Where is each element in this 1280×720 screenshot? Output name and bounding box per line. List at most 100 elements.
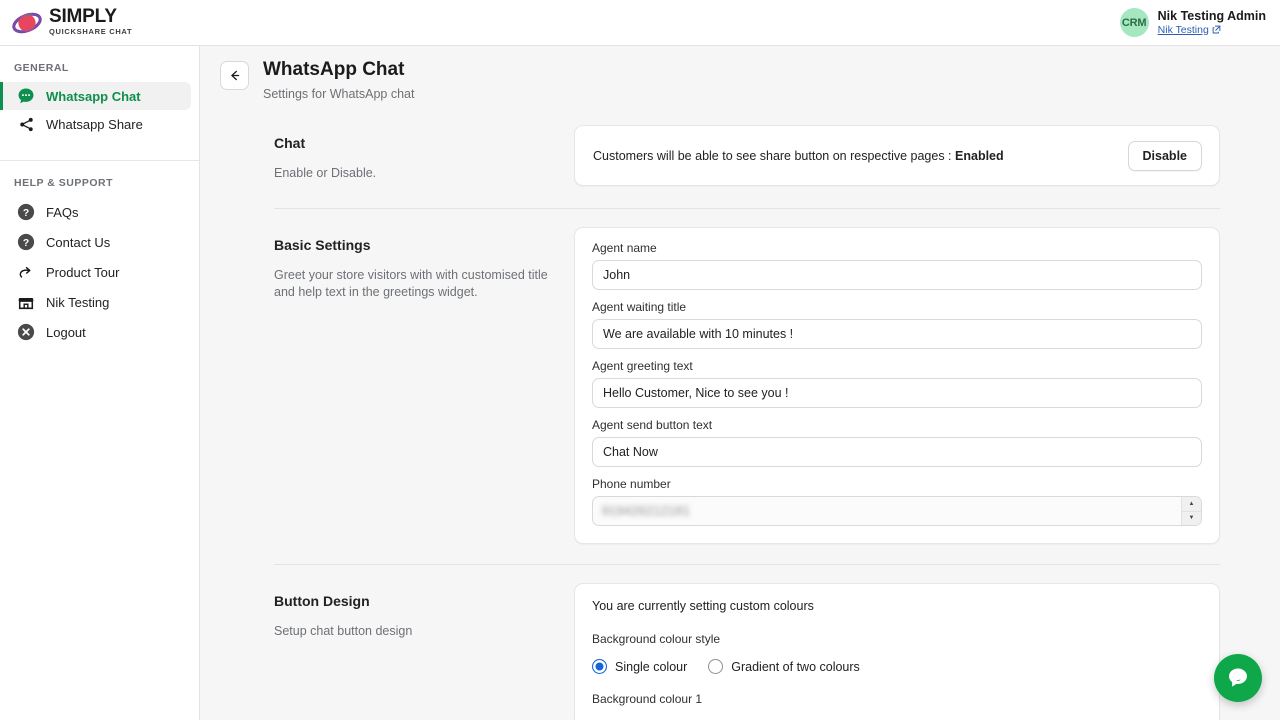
stepper-down-icon[interactable]: ▼ [1182, 512, 1201, 526]
background-colour-style-label: Background colour style [592, 632, 1202, 646]
svg-text:?: ? [23, 208, 29, 219]
brand-subtitle: QUICKSHARE CHAT [49, 27, 132, 37]
sidebar-group-help: HELP & SUPPORT [0, 177, 199, 197]
close-circle-icon [17, 323, 35, 341]
question-circle-icon: ? [17, 233, 35, 251]
field-agent-waiting-title: Agent waiting title [592, 300, 1202, 349]
chat-widget-button[interactable] [1214, 654, 1262, 702]
section-basic-settings: Basic Settings Greet your store visitors… [200, 227, 1280, 544]
field-agent-send-button-text: Agent send button text [592, 418, 1202, 467]
sidebar-item-logout[interactable]: Logout [0, 317, 191, 347]
arrow-left-icon [227, 68, 242, 83]
section-title: Basic Settings [274, 237, 548, 253]
phone-number-stepper[interactable]: ▲ ▼ [1181, 497, 1201, 525]
agent-waiting-title-input[interactable] [592, 319, 1202, 349]
section-chat-info: Chat Enable or Disable. [274, 125, 574, 182]
sidebar-item-label: Whatsapp Share [46, 117, 143, 132]
custom-colours-note: You are currently setting custom colours [592, 599, 1202, 613]
section-description: Setup chat button design [274, 623, 548, 640]
chat-bubble-icon [1225, 665, 1251, 691]
sidebar-item-product-tour[interactable]: Product Tour [0, 257, 191, 287]
agent-name-input[interactable] [592, 260, 1202, 290]
section-basic-body: Agent name Agent waiting title Agent gre… [574, 227, 1220, 544]
question-circle-icon: ? [17, 203, 35, 221]
sidebar-item-contact-us[interactable]: ? Contact Us [0, 227, 191, 257]
brand-title: SIMPLY [49, 8, 132, 26]
whatsapp-chat-icon [17, 87, 35, 105]
section-title: Button Design [274, 593, 548, 609]
redo-arrow-icon [17, 263, 35, 281]
chat-status-prefix: Customers will be able to see share butt… [593, 149, 955, 163]
field-agent-name: Agent name [592, 241, 1202, 290]
section-description: Enable or Disable. [274, 165, 548, 182]
section-chat: Chat Enable or Disable. Customers will b… [200, 125, 1280, 186]
basic-settings-card: Agent name Agent waiting title Agent gre… [574, 227, 1220, 544]
store-link[interactable]: Nik Testing [1158, 23, 1209, 37]
sidebar-item-label: Contact Us [46, 235, 110, 250]
sidebar-item-label: FAQs [46, 205, 79, 220]
sidebar-item-faqs[interactable]: ? FAQs [0, 197, 191, 227]
store-link-row[interactable]: Nik Testing [1158, 23, 1266, 37]
sidebar-item-label: Whatsapp Chat [46, 89, 141, 104]
sidebar: GENERAL Whatsapp Chat Whatsapp Share HEL… [0, 46, 200, 720]
agent-send-button-text-input[interactable] [592, 437, 1202, 467]
sidebar-item-label: Logout [46, 325, 86, 340]
brand-logo-group[interactable]: SIMPLY QUICKSHARE CHAT [12, 8, 132, 38]
page-subtitle: Settings for WhatsApp chat [263, 87, 414, 101]
section-basic-info: Basic Settings Greet your store visitors… [274, 227, 574, 301]
sidebar-item-whatsapp-chat[interactable]: Whatsapp Chat [0, 82, 191, 110]
avatar: CRM [1120, 8, 1149, 37]
section-title: Chat [274, 135, 548, 151]
page-header-text: WhatsApp Chat Settings for WhatsApp chat [263, 58, 414, 101]
field-phone-number: Phone number 919426212181 ▲ ▼ [592, 477, 1202, 526]
store-icon [17, 293, 35, 311]
radio-indicator [708, 659, 723, 674]
section-chat-body: Customers will be able to see share butt… [574, 125, 1220, 186]
agent-greeting-text-input[interactable] [592, 378, 1202, 408]
sidebar-item-whatsapp-share[interactable]: Whatsapp Share [0, 110, 191, 138]
section-description: Greet your store visitors with with cust… [274, 267, 548, 301]
radio-indicator [592, 659, 607, 674]
section-design-body: You are currently setting custom colours… [574, 583, 1220, 720]
field-label: Phone number [592, 477, 1202, 491]
user-name: Nik Testing Admin [1158, 9, 1266, 23]
page-title: WhatsApp Chat [263, 58, 414, 82]
radio-gradient-two-colours[interactable]: Gradient of two colours [708, 659, 860, 674]
share-icon [17, 115, 35, 133]
sidebar-item-label: Nik Testing [46, 295, 109, 310]
stepper-up-icon[interactable]: ▲ [1182, 497, 1201, 512]
sidebar-item-label: Product Tour [46, 265, 119, 280]
page-header: WhatsApp Chat Settings for WhatsApp chat [200, 46, 1280, 101]
section-divider [274, 564, 1220, 565]
radio-label: Single colour [615, 660, 687, 674]
top-bar: SIMPLY QUICKSHARE CHAT CRM Nik Testing A… [0, 0, 1280, 46]
sidebar-group-general: GENERAL [0, 62, 199, 82]
field-label: Agent send button text [592, 418, 1202, 432]
section-divider [274, 208, 1220, 209]
sidebar-spacer [0, 138, 199, 160]
user-meta: Nik Testing Admin Nik Testing [1158, 9, 1266, 37]
background-colour-style-radios: Single colour Gradient of two colours [592, 659, 1202, 674]
field-label: Agent name [592, 241, 1202, 255]
chat-status-card: Customers will be able to see share butt… [574, 125, 1220, 186]
sidebar-divider [0, 160, 199, 161]
svg-text:?: ? [23, 238, 29, 249]
sidebar-item-nik-testing[interactable]: Nik Testing [0, 287, 191, 317]
field-agent-greeting-text: Agent greeting text [592, 359, 1202, 408]
phone-number-redacted-value: 919426212181 [602, 504, 690, 518]
user-menu[interactable]: CRM Nik Testing Admin Nik Testing [1120, 8, 1266, 37]
background-colour-1-label: Background colour 1 [592, 692, 1202, 706]
chat-status-value: Enabled [955, 149, 1004, 163]
disable-button[interactable]: Disable [1128, 141, 1202, 171]
chat-status-text: Customers will be able to see share butt… [593, 149, 1004, 163]
back-button[interactable] [220, 61, 249, 90]
field-label: Agent waiting title [592, 300, 1202, 314]
field-label: Agent greeting text [592, 359, 1202, 373]
brand-text: SIMPLY QUICKSHARE CHAT [49, 8, 132, 37]
radio-label: Gradient of two colours [731, 660, 860, 674]
section-button-design: Button Design Setup chat button design Y… [200, 583, 1280, 720]
radio-single-colour[interactable]: Single colour [592, 659, 687, 674]
external-link-icon [1212, 25, 1221, 34]
phone-number-group: 919426212181 ▲ ▼ [592, 496, 1202, 526]
section-design-info: Button Design Setup chat button design [274, 583, 574, 640]
